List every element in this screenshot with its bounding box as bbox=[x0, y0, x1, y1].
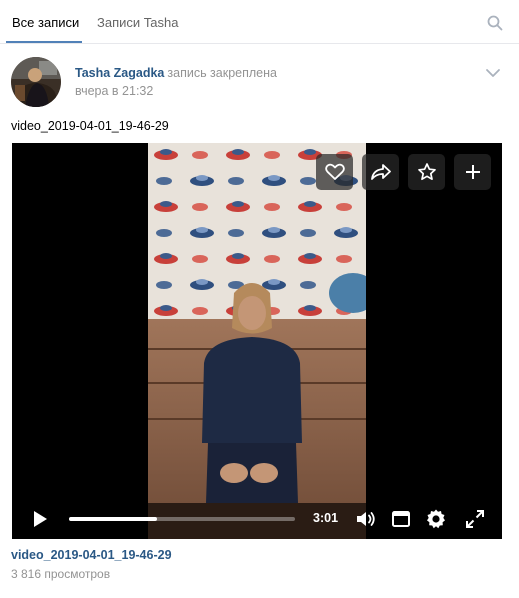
add-video-button[interactable] bbox=[454, 154, 491, 190]
tab-all-posts[interactable]: Все записи bbox=[12, 15, 79, 30]
video-title-link[interactable]: video_2019-04-01_19-46-29 bbox=[11, 548, 172, 562]
video-frame bbox=[148, 143, 366, 539]
video-views: 3 816 просмотров bbox=[11, 567, 111, 581]
active-tab-indicator bbox=[6, 41, 82, 43]
share-icon bbox=[370, 164, 391, 180]
post-text: video_2019-04-01_19-46-29 bbox=[11, 119, 169, 133]
bookmark-video-button[interactable] bbox=[408, 154, 445, 190]
search-icon[interactable] bbox=[487, 15, 503, 31]
plus-icon bbox=[465, 165, 480, 179]
chevron-down-icon[interactable] bbox=[485, 66, 501, 78]
share-video-button[interactable] bbox=[362, 154, 399, 190]
fullscreen-icon[interactable] bbox=[463, 507, 487, 531]
star-icon bbox=[417, 163, 436, 181]
play-icon[interactable] bbox=[30, 508, 50, 530]
tab-owner-posts[interactable]: Записи Tasha bbox=[97, 15, 178, 30]
miniplayer-icon[interactable] bbox=[389, 507, 413, 531]
video-progress-fill bbox=[69, 517, 158, 521]
wall-tabs: Все записи Записи Tasha bbox=[0, 0, 519, 44]
video-player[interactable]: 3:01 bbox=[12, 143, 502, 539]
pinned-label: запись закреплена bbox=[167, 66, 277, 80]
video-progress-bar[interactable] bbox=[69, 517, 295, 521]
heart-icon bbox=[324, 163, 345, 180]
post-date[interactable]: вчера в 21:32 bbox=[75, 84, 153, 98]
video-controls: 3:01 bbox=[12, 499, 502, 539]
post-author-line: Tasha Zagadka запись закреплена bbox=[75, 66, 277, 80]
avatar[interactable] bbox=[11, 57, 61, 107]
volume-icon[interactable] bbox=[354, 507, 378, 531]
like-video-button[interactable] bbox=[316, 154, 353, 190]
author-name-link[interactable]: Tasha Zagadka bbox=[75, 66, 164, 80]
settings-icon[interactable] bbox=[424, 507, 448, 531]
video-duration: 3:01 bbox=[313, 511, 339, 525]
